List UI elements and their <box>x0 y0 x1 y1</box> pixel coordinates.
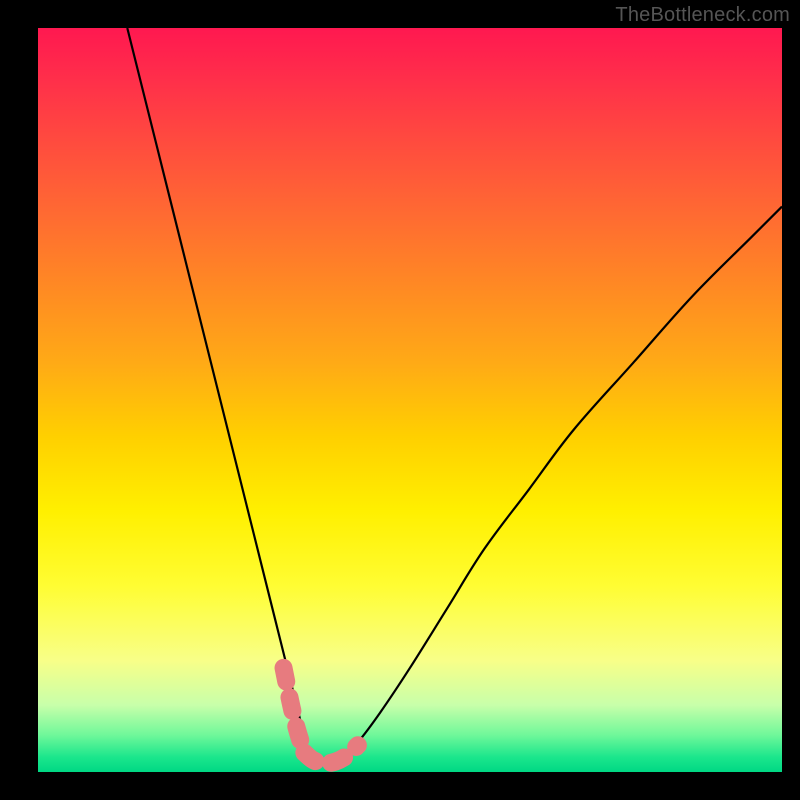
black-curve-path <box>127 28 782 766</box>
pink-highlight-bottom-path <box>304 745 358 763</box>
chart-plot-area <box>38 28 782 772</box>
pink-highlight-left-path <box>284 668 302 744</box>
watermark-text: TheBottleneck.com <box>615 4 790 27</box>
chart-curves-svg <box>38 28 782 772</box>
